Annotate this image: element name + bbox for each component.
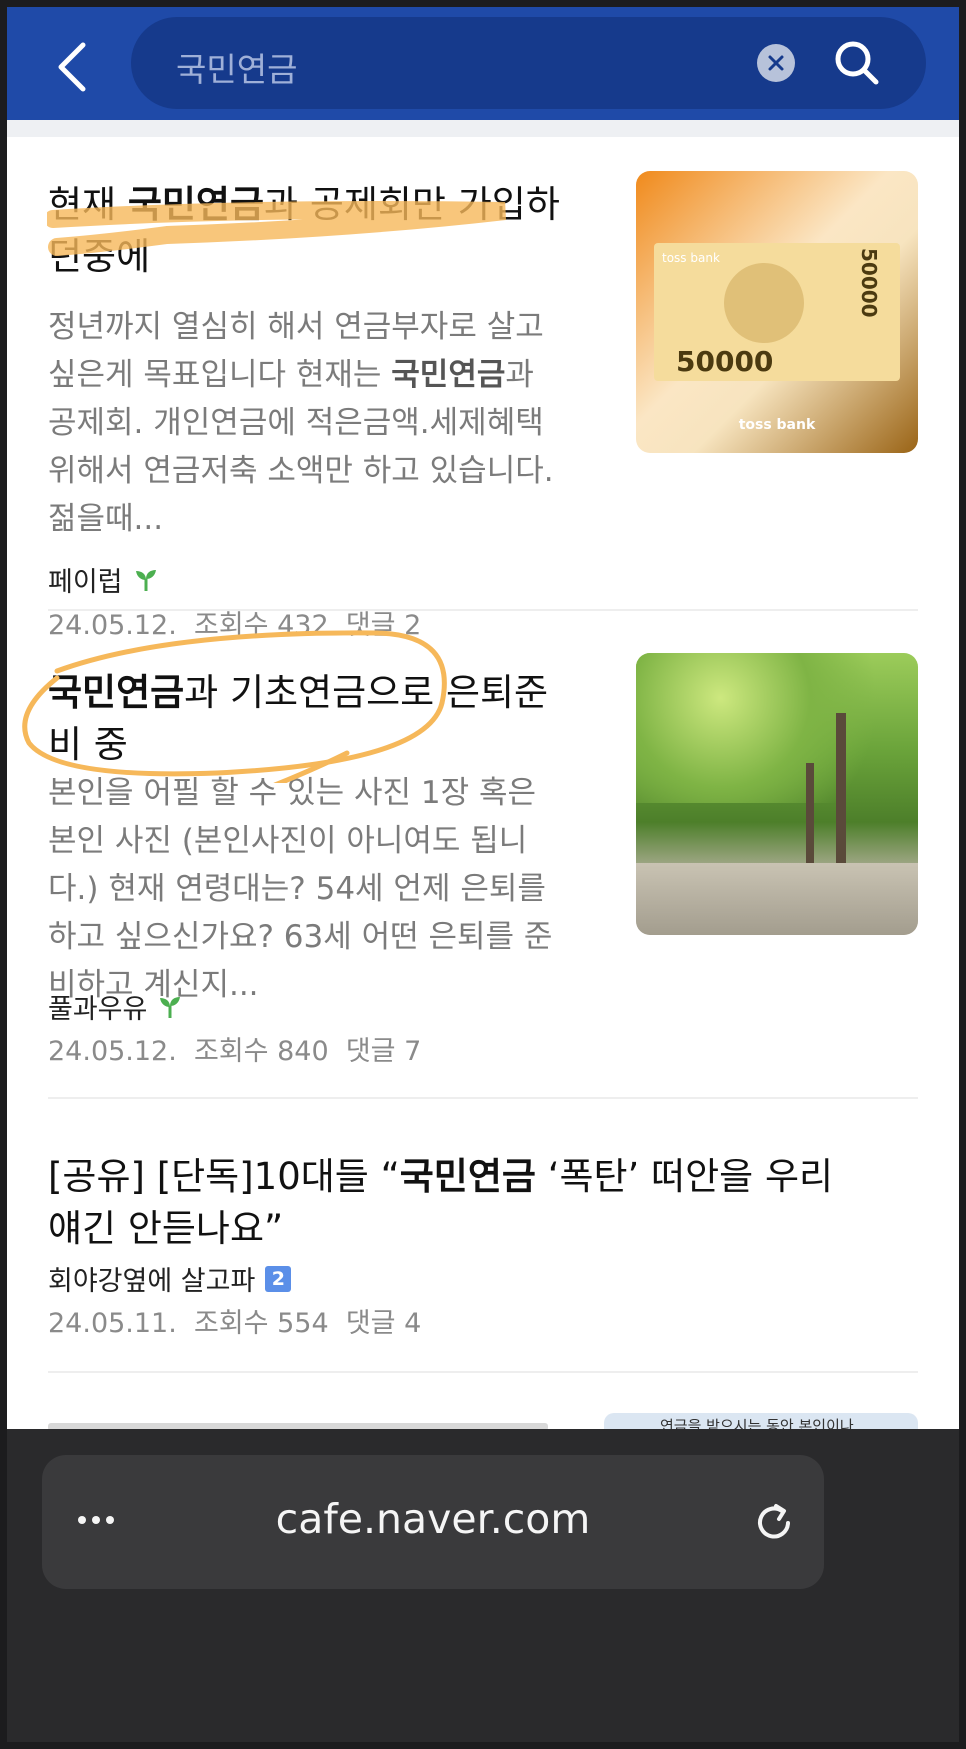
- post-date: 24.05.11.: [48, 1308, 177, 1339]
- comment-count: 댓글 4: [345, 1308, 422, 1339]
- reload-button[interactable]: [752, 1501, 796, 1549]
- title-keyword: 국민연금: [399, 1155, 536, 1198]
- list-divider: [48, 1097, 918, 1099]
- search-icon: [835, 41, 879, 85]
- tree-canopy: [636, 653, 918, 803]
- article-title[interactable]: 국민연금과 기초연금으로 은퇴준비 중: [48, 667, 568, 771]
- post-date: 24.05.12.: [48, 1036, 177, 1067]
- article-author[interactable]: 페이럽: [48, 560, 159, 599]
- article-item[interactable]: 국민연금과 기초연금으로 은퇴준비 중 본인을 어필 할 수 있는 사진 1장 …: [48, 653, 918, 1077]
- address-bar[interactable]: cafe.naver.com: [42, 1455, 824, 1589]
- article-item[interactable]: [공유] [단독]10대들 “국민연금 ‘폭탄’ 떠안을 우리 얘긴 안듣나요”…: [48, 1151, 918, 1381]
- title-text: 현재: [48, 183, 128, 226]
- banknote-corner-amount: 50000: [857, 248, 881, 318]
- reload-icon: [758, 1504, 790, 1539]
- list-divider: [48, 609, 918, 611]
- sprout-icon: [160, 996, 181, 1018]
- view-count: 조회수 432: [194, 610, 329, 641]
- article-meta: 24.05.12. 조회수 840 댓글 7: [48, 1029, 421, 1068]
- search-input[interactable]: 국민연금: [176, 43, 297, 91]
- search-bar[interactable]: 국민연금: [131, 17, 926, 109]
- author-name: 페이럽: [48, 567, 123, 598]
- article-meta: 24.05.11. 조회수 554 댓글 4: [48, 1301, 421, 1340]
- view-count: 조회수 840: [194, 1036, 329, 1067]
- url-text[interactable]: cafe.naver.com: [42, 1495, 824, 1543]
- level-badge: 2: [265, 1265, 292, 1292]
- title-keyword: 국민연금: [48, 671, 185, 714]
- banknote-image: toss bank 50000 50000: [654, 243, 900, 381]
- comment-count: 댓글 2: [345, 610, 422, 641]
- browser-toolbar: cafe.naver.com: [7, 1429, 959, 1742]
- view-count: 조회수 554: [194, 1308, 329, 1339]
- sprout-icon: [135, 569, 156, 591]
- article-author[interactable]: 풀과우유: [48, 987, 183, 1026]
- article-item[interactable]: 현재 국민연금과 공제회만 가입하던중에 정년까지 열심히 해서 연금부자로 살…: [48, 171, 918, 641]
- article-thumbnail[interactable]: [636, 653, 918, 935]
- header-shadow: [7, 120, 959, 137]
- article-thumbnail[interactable]: toss bank 50000 50000 toss bank: [636, 171, 918, 453]
- search-button[interactable]: [831, 37, 883, 89]
- author-name: 풀과우유: [48, 994, 148, 1025]
- snippet-keyword: 국민연금: [391, 357, 506, 393]
- post-date: 24.05.12.: [48, 610, 177, 641]
- banknote-bank-label: toss bank: [662, 251, 720, 265]
- comment-count: 댓글 7: [345, 1036, 422, 1067]
- author-name: 회야강옆에 살고파: [48, 1266, 256, 1297]
- bank-logo-text: toss bank: [738, 417, 816, 433]
- article-snippet: 본인을 어필 할 수 있는 사진 1장 혹은 본인 사진 (본인사진이 아니여도…: [48, 775, 553, 1003]
- clear-icon: [768, 55, 784, 71]
- banknote-amount: 50000: [676, 345, 774, 378]
- sidewalk: [636, 863, 918, 935]
- chevron-left-icon: [58, 42, 86, 92]
- title-text: [공유] [단독]10대들 “: [48, 1155, 400, 1198]
- back-button[interactable]: [47, 37, 97, 97]
- article-author[interactable]: 회야강옆에 살고파 2: [48, 1259, 292, 1298]
- article-snippet: 정년까지 열심히 해서 연금부자로 살고 싶은게 목표입니다 현재는 국민연금과…: [48, 303, 568, 543]
- article-title[interactable]: 현재 국민연금과 공제회만 가입하던중에: [48, 179, 568, 283]
- dog-portrait: [724, 263, 804, 343]
- clear-button[interactable]: [757, 44, 795, 82]
- list-divider: [48, 1371, 918, 1373]
- title-keyword: 국민연금: [127, 183, 265, 226]
- search-header: 국민연금: [7, 7, 959, 120]
- article-title[interactable]: [공유] [단독]10대들 “국민연금 ‘폭탄’ 떠안을 우리 얘긴 안듣나요”: [48, 1151, 848, 1255]
- phone-screen: 국민연금 현재 국민연금과 공제회만 가입하던중에 정년까지 열심히 해서 연금…: [7, 7, 959, 1742]
